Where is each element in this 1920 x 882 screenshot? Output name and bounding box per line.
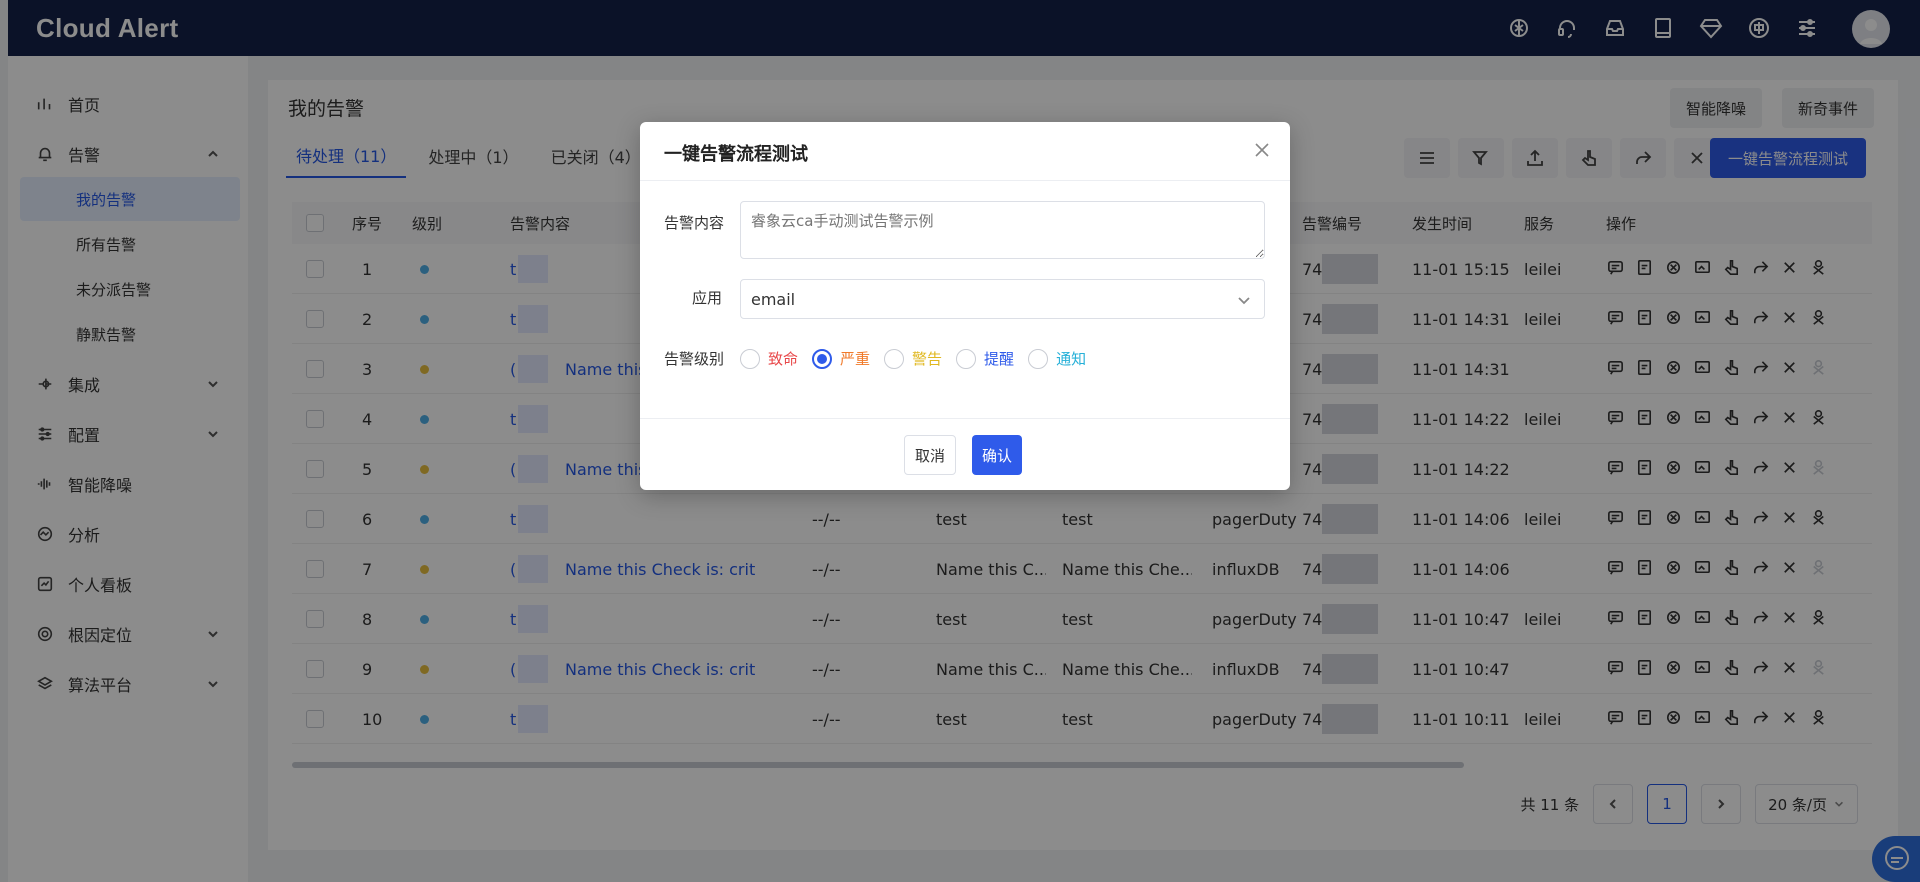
modal-title: 一键告警流程测试: [664, 144, 808, 165]
level-radio-option[interactable]: 致命: [740, 348, 798, 369]
cancel-button[interactable]: 取消: [904, 435, 957, 475]
modal-header-divider: [640, 180, 1290, 181]
chevron-down-icon: [1236, 292, 1252, 308]
alert-test-modal: 一键告警流程测试 告警内容 应用 email 告警级别 致命 严重 警告 提醒 通知 取…: [640, 122, 1290, 490]
modal-footer-divider: [640, 418, 1290, 419]
close-icon[interactable]: [1252, 140, 1272, 160]
radio-circle[interactable]: [1028, 348, 1049, 369]
level-radio-option[interactable]: 严重: [812, 348, 870, 369]
radio-label: 致命: [768, 350, 799, 368]
radio-circle[interactable]: [740, 348, 760, 369]
level-radio-option[interactable]: 警告: [884, 348, 942, 369]
app-select-value: email: [751, 289, 796, 309]
radio-label: 通知: [1056, 350, 1087, 368]
app-label: 应用: [692, 289, 723, 307]
radio-label: 严重: [840, 350, 871, 368]
radio-circle[interactable]: [956, 348, 977, 369]
radio-label: 警告: [912, 350, 943, 368]
radio-label: 提醒: [984, 350, 1015, 368]
level-label: 告警级别: [664, 350, 725, 368]
radio-circle[interactable]: [812, 348, 833, 369]
alert-content-textarea[interactable]: [740, 201, 1265, 259]
confirm-button[interactable]: 确认: [972, 435, 1023, 475]
level-radio-option[interactable]: 提醒: [956, 348, 1014, 369]
content-label: 告警内容: [664, 214, 725, 232]
level-radio-group: 致命 严重 警告 提醒 通知: [740, 348, 1086, 369]
radio-circle[interactable]: [884, 348, 905, 369]
app-select[interactable]: email: [740, 279, 1265, 319]
level-radio-option[interactable]: 通知: [1028, 348, 1086, 369]
